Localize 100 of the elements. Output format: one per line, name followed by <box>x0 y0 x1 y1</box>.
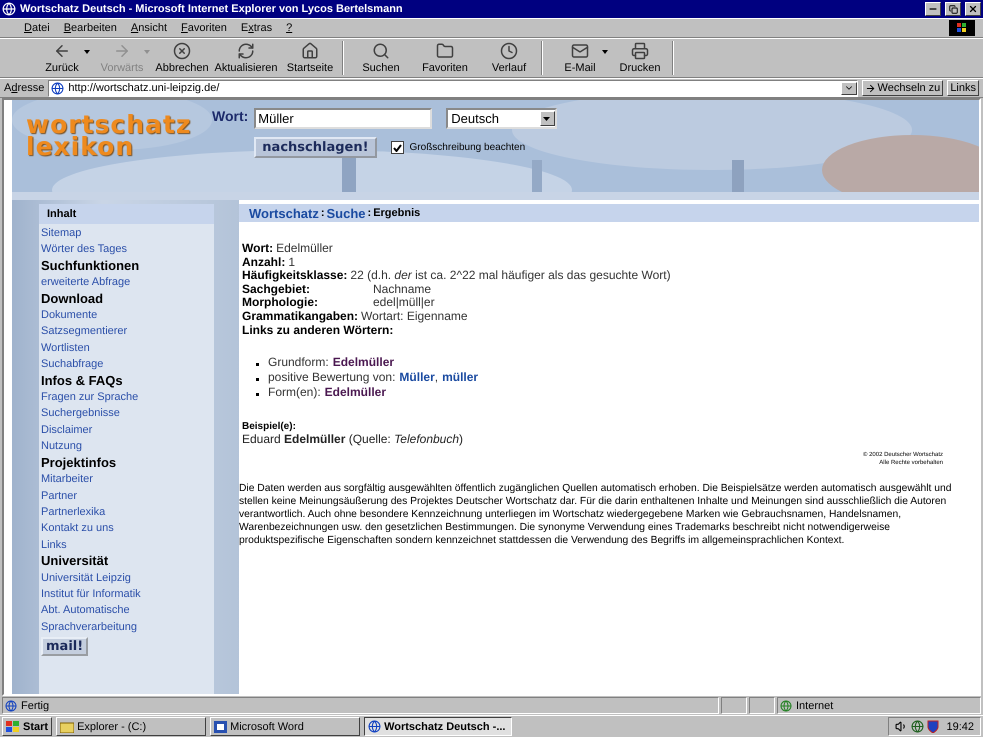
example-heading: Beispiel(e): <box>242 421 297 432</box>
link-prefix: positive Bewertung von: <box>268 370 396 385</box>
clock-icon <box>500 42 518 60</box>
word-input[interactable]: Müller <box>254 108 432 129</box>
security-zone: Internet <box>777 697 981 714</box>
word-link[interactable]: Edelmüller <box>324 385 386 400</box>
start-button[interactable]: Start <box>2 717 52 736</box>
sidebar-link[interactable]: Partnerlexika <box>39 504 214 520</box>
folder-icon <box>436 42 454 60</box>
toolbar-button[interactable]: Verlauf <box>477 42 541 74</box>
toolbar-button[interactable]: Suchen <box>349 42 413 74</box>
menu-item[interactable]: ? <box>286 22 292 34</box>
sidebar-link[interactable]: Disclaimer <box>39 422 214 438</box>
toolbar-button[interactable]: Aktualisieren <box>214 42 278 74</box>
sidebar-link[interactable]: Kontakt zu uns <box>39 520 214 537</box>
lookup-button[interactable]: nachschlagen! <box>254 137 377 158</box>
field-label: Anzahl: <box>242 256 286 269</box>
sidebar-link[interactable]: Partner <box>39 488 214 504</box>
dropdown-arrow-icon[interactable] <box>602 50 608 54</box>
printer-icon <box>631 42 649 60</box>
clock: 19:42 <box>946 720 974 732</box>
word-link[interactable]: müller <box>442 370 478 385</box>
go-button[interactable]: Wechseln zu <box>862 80 944 96</box>
close-icon <box>968 4 978 14</box>
sidebar-link[interactable]: Nutzung <box>39 438 214 455</box>
toolbar-button[interactable]: Startseite <box>278 42 342 74</box>
sidebar-heading[interactable]: Download <box>39 290 214 308</box>
dropdown-arrow-icon[interactable] <box>84 50 90 54</box>
sidebar-link[interactable]: Mitarbeiter <box>39 471 214 488</box>
dropdown-button[interactable] <box>840 82 857 94</box>
link-prefix: Grundform: <box>268 355 329 370</box>
sidebar-link[interactable]: Links <box>39 536 214 554</box>
word-link[interactable]: Müller <box>399 370 435 385</box>
link-prefix: Form(en): <box>268 385 321 400</box>
checkbox[interactable] <box>390 141 404 154</box>
menu-item[interactable]: Favoriten <box>181 22 227 34</box>
language-select[interactable]: Deutsch <box>446 108 558 129</box>
maximize-button[interactable] <box>945 2 961 16</box>
taskbar-button[interactable]: Wortschatz Deutsch -... <box>364 717 512 736</box>
sidebar-heading[interactable]: Infos & FAQs <box>39 372 214 390</box>
globe-icon <box>2 2 16 16</box>
sidebar-link[interactable]: Suchabfrage <box>39 356 214 373</box>
site-logo: wortschatz lexikon <box>25 109 192 163</box>
sidebar-link[interactable]: Suchergebnisse <box>39 405 214 422</box>
sidebar-link[interactable]: Wortlisten <box>39 340 214 356</box>
disclaimer-text: Die Daten werden aus sorgfältig ausgewählten öffentlich zugänglichen Quellen automatisch erhoben. Die Beispielsätze werden automatisch ausgewählt und stellen keine Meinungsäußerung des Projektes Deutscher Wortschatz dar. Für die darin enthaltenen Inhalte und Meinungen sind ausschließlich die Autoren verantwortlich. Auch ohne besondere Kennzeichnung unterliegen im Wortschatz wiedergegebene Marken wie Gebrauchsnamen, Handelsnamen, Warenbezeichnungen usw. den gesetzlichen Bestimmungen. Die synonyme Verwendung eines Trademarks beschreibt nicht notwendigerweise produktspezifische Eigenschaften sondern kennzeichnet stattdessen die Verwendung des Begriffs im allgemeinsprachlichen Kontext. <box>239 482 952 547</box>
bullet-icon <box>256 363 259 366</box>
sidebar-heading[interactable]: Universität <box>39 553 214 570</box>
breadcrumb-link[interactable]: Wortschatz <box>249 206 319 220</box>
links-button[interactable]: Links <box>947 80 979 96</box>
document-icon <box>214 720 228 732</box>
toolbar-button[interactable]: Favoriten <box>413 42 477 74</box>
sidebar-link[interactable]: erweiterte Abfrage <box>39 274 214 291</box>
sidebar-link[interactable]: Sprachverarbeitung <box>39 618 214 636</box>
sidebar-link[interactable]: Universität Leipzig <box>39 570 214 586</box>
menu-item[interactable]: Extras <box>240 22 272 34</box>
breadcrumb-link[interactable]: Suche <box>326 206 366 220</box>
taskbar-button[interactable]: Explorer - (C:) <box>56 717 206 736</box>
links-heading: Links zu anderen Wörtern: <box>242 323 394 337</box>
field-label: Grammatikangaben: <box>242 310 358 323</box>
house-icon <box>301 42 319 60</box>
minimize-button[interactable] <box>925 2 941 16</box>
breadcrumb-separator: : <box>320 207 324 219</box>
search-icon <box>372 42 390 60</box>
dropdown-button[interactable] <box>540 111 556 126</box>
close-button[interactable] <box>965 2 981 16</box>
word-link[interactable]: Edelmüller <box>332 355 394 370</box>
address-field[interactable]: http://wortschatz.uni-leipzig.de/ <box>48 80 858 96</box>
example-sentence: Eduard Edelmüller (Quelle: Telefonbuch) <box>242 432 464 446</box>
sidebar-title: Inhalt <box>39 204 214 224</box>
sidebar-link[interactable]: Institut für Informatik <box>39 586 214 602</box>
globe-icon <box>911 720 924 733</box>
globe-icon <box>780 700 792 712</box>
sidebar-link[interactable]: Abt. Automatische <box>39 602 214 619</box>
status-text: Fertig <box>2 697 719 714</box>
breadcrumb-current[interactable]: Ergebnis <box>373 207 420 219</box>
word-label: Wort: <box>212 108 248 126</box>
sidebar-link[interactable]: Wörter des Tages <box>39 241 214 258</box>
field-label: Wort: <box>242 242 274 256</box>
sidebar-link[interactable]: Fragen zur Sprache <box>39 389 214 406</box>
taskbar-button[interactable]: Microsoft Word <box>210 717 360 736</box>
link-separator: , <box>434 370 438 385</box>
menu-item[interactable]: Bearbeiten <box>64 22 117 34</box>
sidebar-link[interactable]: Satzsegmentierer <box>39 323 214 340</box>
sidebar-heading[interactable]: Projektinfos <box>39 454 214 472</box>
bullet-icon <box>256 393 259 396</box>
field-label: Häufigkeitsklasse: <box>242 269 348 282</box>
sidebar-heading[interactable]: Suchfunktionen <box>39 258 214 274</box>
address-label: Adresse <box>4 82 44 94</box>
folder-icon <box>60 720 74 732</box>
field-value: Nachname <box>373 282 432 296</box>
field-value: 22 (d.h. der ist ca. 2^22 mal häufiger als das gesuchte Wort) <box>350 269 671 282</box>
field-value: 1 <box>288 256 296 269</box>
sidebar-link[interactable]: Dokumente <box>39 307 214 324</box>
menu-item[interactable]: Ansicht <box>130 22 168 34</box>
mail-button[interactable]: mail! <box>41 637 88 656</box>
sidebar-link[interactable]: Sitemap <box>39 225 214 242</box>
menu-item[interactable]: Datei <box>24 22 50 34</box>
forward-arrow-icon <box>113 42 131 60</box>
refresh-icon <box>237 42 255 60</box>
